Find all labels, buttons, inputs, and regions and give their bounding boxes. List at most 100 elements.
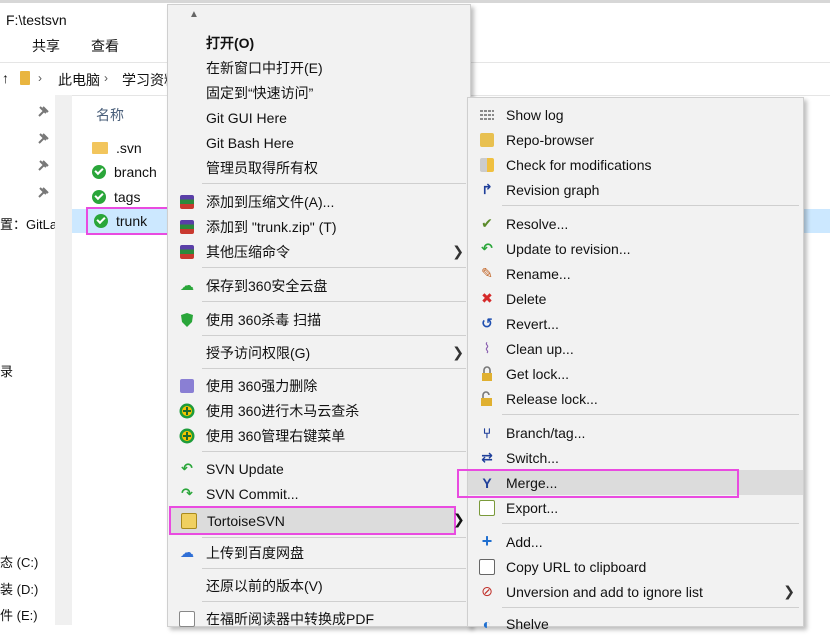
menu-item-foxit-pdf[interactable]: 在福昕阅读器中转换成PDF: [168, 606, 470, 631]
winrar-icon: [178, 193, 196, 211]
svn-normal-icon: [94, 214, 108, 228]
check-modifications-icon: [478, 156, 496, 174]
menu-item-git-bash[interactable]: Git Bash Here: [168, 130, 470, 155]
unlock-icon: [478, 390, 496, 408]
up-arrow-icon[interactable]: ↑: [2, 70, 9, 86]
list-item[interactable]: .svn: [92, 137, 142, 159]
menu-label: Delete: [506, 290, 547, 307]
merge-highlight-box: [457, 469, 739, 498]
commit-arrow-icon: ↷: [181, 485, 193, 501]
nav-item-drive-c[interactable]: 态 (C:): [0, 552, 38, 571]
menu-item-resolve[interactable]: ✔ Resolve...: [468, 211, 803, 236]
baidu-cloud-icon: ☁: [180, 544, 194, 560]
file-name: branch: [114, 164, 157, 180]
menu-item-other-compress[interactable]: 其他压缩命令 ❯: [168, 239, 470, 264]
menu-separator: [202, 568, 466, 569]
nav-scrollbar[interactable]: [55, 95, 72, 625]
menu-item-add-archive[interactable]: 添加到压缩文件(A)...: [168, 189, 470, 214]
menu-item-repo-browser[interactable]: Repo-browser: [468, 127, 803, 152]
menu-separator: [202, 601, 466, 602]
menu-item-shelve[interactable]: ◐ Shelve: [468, 611, 803, 636]
menu-item-revision-graph[interactable]: ↱ Revision graph: [468, 177, 803, 202]
menu-label: Revision graph: [506, 181, 600, 198]
menu-separator: [202, 335, 466, 336]
pencil-icon: ✎: [481, 265, 493, 281]
menu-item-open[interactable]: 打开(O): [168, 30, 470, 55]
menu-item-pin-quick-access[interactable]: 固定到“快速访问”: [168, 80, 470, 105]
menu-item-take-ownership[interactable]: 管理员取得所有权: [168, 155, 470, 180]
menu-item-branch-tag[interactable]: ⑂ Branch/tag...: [468, 420, 803, 445]
menu-label: Unversion and add to ignore list: [506, 583, 703, 600]
nav-item-drive-e[interactable]: 件 (E:): [0, 605, 38, 624]
context-menu: ▲ 打开(O) 在新窗口中打开(E) 固定到“快速访问” Git GUI Her…: [167, 4, 471, 627]
chevron-right-icon: ❯: [452, 243, 464, 259]
menu-separator: [202, 183, 466, 184]
nav-item-drive-d[interactable]: 装 (D:): [0, 579, 38, 598]
menu-label: 打开(O): [206, 34, 255, 51]
menu-item-grant-access[interactable]: 授予访问权限(G) ❯: [168, 340, 470, 365]
breadcrumb-this-pc[interactable]: 此电脑: [58, 70, 100, 90]
list-item[interactable]: tags: [92, 186, 140, 208]
switch-icon: ⇄: [481, 449, 493, 465]
menu-label: Show log: [506, 106, 564, 123]
menu-label: Revert...: [506, 315, 559, 332]
menu-item-open-new-window[interactable]: 在新窗口中打开(E): [168, 55, 470, 80]
menu-item-release-lock[interactable]: Release lock...: [468, 386, 803, 411]
menu-item-clean-up[interactable]: ⌇ Clean up...: [468, 336, 803, 361]
tab-view[interactable]: 查看: [91, 36, 119, 56]
menu-item-unversion-ignore[interactable]: ⊘ Unversion and add to ignore list ❯: [468, 579, 803, 604]
scroll-up-icon[interactable]: ▲: [189, 9, 199, 20]
menu-item-check-modifications[interactable]: Check for modifications: [468, 152, 803, 177]
menu-item-360-scan[interactable]: 使用 360杀毒 扫描: [168, 307, 470, 332]
menu-item-tortoisesvn[interactable]: TortoiseSVN: [169, 506, 456, 535]
plus-circle-icon: [178, 402, 196, 420]
menu-item-show-log[interactable]: Show log: [468, 102, 803, 127]
menu-label: SVN Commit...: [206, 485, 299, 502]
menu-item-svn-commit[interactable]: ↷ SVN Commit...: [168, 481, 470, 506]
menu-label: 在新窗口中打开(E): [206, 59, 323, 76]
menu-item-git-gui[interactable]: Git GUI Here: [168, 105, 470, 130]
menu-label: Resolve...: [506, 215, 569, 232]
menu-item-update-to-revision[interactable]: ↶ Update to revision...: [468, 236, 803, 261]
menu-item-360-delete[interactable]: 使用 360强力删除: [168, 373, 470, 398]
menu-item-export[interactable]: Export...: [468, 495, 803, 520]
menu-item-get-lock[interactable]: Get lock...: [468, 361, 803, 386]
menu-item-switch[interactable]: ⇄ Switch...: [468, 445, 803, 470]
menu-item-svn-update[interactable]: ↶ SVN Update: [168, 456, 470, 481]
chevron-right-icon: ›: [104, 71, 108, 85]
menu-label: 使用 360杀毒 扫描: [206, 311, 322, 328]
nav-item-dir[interactable]: 录: [0, 361, 13, 380]
menu-item-add-zip[interactable]: 添加到 "trunk.zip" (T): [168, 214, 470, 239]
folder-icon: [92, 142, 108, 154]
file-name: trunk: [116, 213, 148, 229]
list-item-trunk[interactable]: trunk: [86, 207, 180, 235]
menu-separator: [502, 607, 799, 608]
menu-item-copy-url[interactable]: Copy URL to clipboard: [468, 554, 803, 579]
list-item[interactable]: branch: [92, 161, 157, 183]
menu-item-delete[interactable]: ✖ Delete: [468, 286, 803, 311]
menu-label: Rename...: [506, 265, 571, 282]
delete-x-icon: ✖: [481, 290, 493, 306]
menu-label: 保存到360安全云盘: [206, 277, 328, 294]
menu-item-add[interactable]: + Add...: [468, 529, 803, 554]
menu-item-revert[interactable]: ↺ Revert...: [468, 311, 803, 336]
resolve-icon: ✔: [481, 215, 493, 231]
chevron-right-icon: ›: [38, 71, 42, 85]
nav-item-gitlab[interactable]: 置：GitLa: [0, 214, 57, 233]
menu-label: Copy URL to clipboard: [506, 558, 647, 575]
menu-item-360-cloud[interactable]: ☁ 保存到360安全云盘: [168, 273, 470, 298]
menu-label: 在福昕阅读器中转换成PDF: [206, 610, 374, 627]
shredder-icon: [178, 377, 196, 395]
menu-label: Clean up...: [506, 340, 574, 357]
menu-item-baidu-upload[interactable]: ☁ 上传到百度网盘: [168, 540, 470, 565]
menu-item-360-manage[interactable]: 使用 360管理右键菜单: [168, 423, 470, 448]
tab-share[interactable]: 共享: [32, 36, 60, 56]
menu-label: 授予访问权限(G): [206, 344, 311, 361]
menu-label: Shelve: [506, 615, 549, 632]
menu-item-360-trojan[interactable]: 使用 360进行木马云查杀: [168, 398, 470, 423]
menu-item-restore-versions[interactable]: 还原以前的版本(V): [168, 573, 470, 598]
menu-item-rename[interactable]: ✎ Rename...: [468, 261, 803, 286]
branch-icon: ⑂: [482, 424, 492, 441]
repo-browser-icon: [478, 131, 496, 149]
column-header-name[interactable]: 名称: [96, 105, 124, 125]
